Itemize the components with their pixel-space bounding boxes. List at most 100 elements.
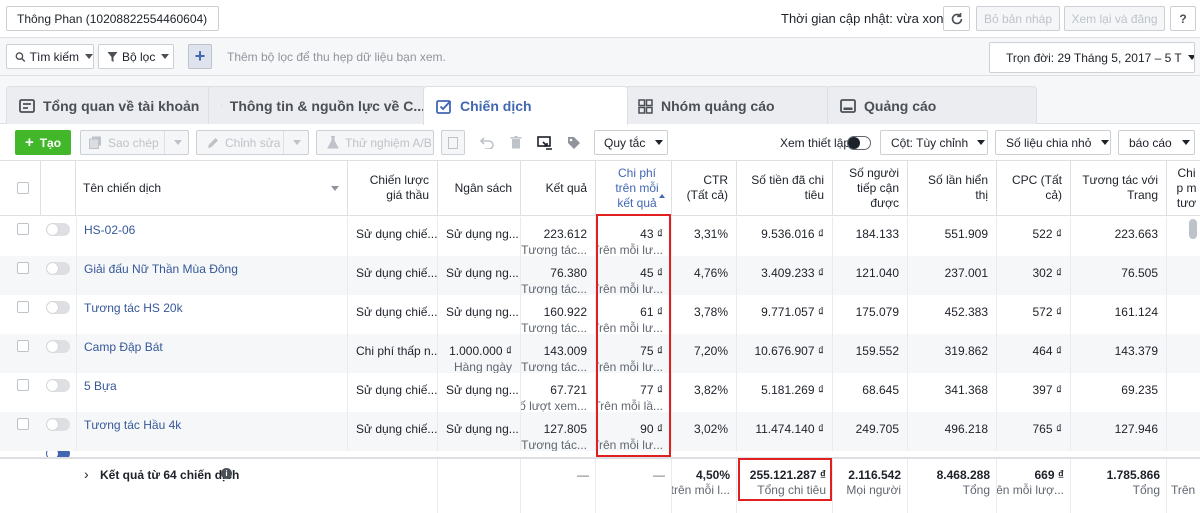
campaign-toggle[interactable] (46, 340, 70, 353)
tab-audience-insights[interactable]: Thông tin & nguồn lực về C... (208, 86, 426, 125)
tag-button[interactable] (561, 130, 587, 155)
summary-sub: trên mỗi l... (672, 483, 730, 497)
header-reach[interactable]: Số người tiếp cận được (833, 161, 908, 216)
date-range-picker[interactable]: Trọn đời: 29 Tháng 5, 2017 – 5 T (989, 42, 1195, 73)
header-cost-per-result[interactable]: Chi phí trên mỗi kết quả (596, 161, 672, 216)
header-impressions[interactable]: Số lần hiển thị (908, 161, 997, 216)
header-cpc[interactable]: CPC (Tất cả) (997, 161, 1071, 216)
header-page-engagement[interactable]: Tương tác với Trang (1071, 161, 1167, 216)
campaign-toggle[interactable] (46, 223, 70, 236)
bid-strategy-cell: Sử dụng chiế... (348, 256, 438, 295)
tab-ads[interactable]: Quảng cáo (827, 86, 1037, 125)
delete-draft-button[interactable] (441, 130, 465, 155)
ab-test-label: Thử nghiệm A/B (345, 135, 432, 150)
breakdown-dropdown[interactable]: Số liệu chia nhỏ (995, 130, 1111, 155)
summary-sub: Mọi người (846, 483, 901, 497)
tab-campaigns[interactable]: Chiến dịch (423, 86, 628, 125)
row-checkbox[interactable] (17, 223, 29, 235)
header-results[interactable]: Kết quả (521, 161, 596, 216)
header-ctr[interactable]: CTR (Tất cả) (672, 161, 737, 216)
rules-dropdown[interactable]: Quy tắc (594, 130, 668, 155)
tab-ad-sets[interactable]: Nhóm quảng cáo (625, 86, 830, 125)
account-selector[interactable]: Thông Phan (10208822554460604) (6, 6, 219, 31)
edit-label: Chỉnh sửa (225, 135, 281, 150)
row-checkbox[interactable] (17, 301, 29, 313)
summary-row: › Kết quả từ 64 chiến dịch i — — 4,50% tr… (0, 457, 1200, 513)
page-engagement-cell: 127.946 (1071, 412, 1167, 451)
cell-value: Sử dụng chiế... (356, 422, 438, 436)
summary-cost-more: Trên (1167, 459, 1200, 513)
help-button[interactable]: ? (1170, 6, 1196, 31)
campaign-toggle[interactable] (46, 379, 70, 392)
header-label: Kết quả (545, 180, 587, 195)
add-filter-button[interactable]: + (188, 44, 212, 69)
select-all-checkbox[interactable] (17, 182, 29, 194)
cpc-cell: 765 ₫ (997, 412, 1071, 451)
undo-button[interactable] (474, 130, 500, 155)
cell-value: 9.536.016 ₫ (761, 227, 824, 241)
search-button[interactable]: Tìm kiếm (6, 44, 94, 69)
campaign-name-link[interactable]: HS-02-06 (84, 223, 135, 237)
filter-button[interactable]: Bộ lọc (98, 44, 174, 69)
cpc-cell: 397 ₫ (997, 373, 1071, 412)
campaign-toggle[interactable] (46, 418, 70, 431)
campaign-name-link[interactable]: 5 Bựa (84, 379, 117, 393)
pencil-icon (208, 137, 218, 148)
budget-cell: Sử dụng ng... (438, 256, 521, 295)
header-name[interactable]: Tên chiến dịch (76, 161, 348, 216)
campaign-name-link[interactable]: Giải đấu Nữ Thần Mùa Đông (84, 262, 238, 276)
discard-draft-button[interactable]: Bỏ bản nháp (976, 6, 1060, 31)
edit-button[interactable]: Chỉnh sửa (196, 130, 309, 155)
create-button[interactable]: + Tạo (15, 130, 71, 155)
bid-strategy-cell: Sử dụng chiế... (348, 295, 438, 334)
copy-button[interactable]: Sao chép (80, 130, 189, 155)
amount-spent-cell: 10.676.907 ₫ (737, 334, 833, 373)
summary-value: 2.116.542 (848, 468, 901, 482)
campaign-name-link[interactable]: Camp Đập Bát (84, 340, 163, 354)
row-checkbox[interactable] (17, 340, 29, 352)
header-cost-more[interactable]: Chi p m tươ (1167, 161, 1200, 216)
info-icon[interactable]: i (221, 468, 232, 479)
row-checkbox[interactable] (17, 418, 29, 430)
campaign-name-link[interactable]: Tương tác HS 20k (84, 301, 183, 315)
summary-label-cell[interactable]: › Kết quả từ 64 chiến dịch i (76, 459, 348, 513)
cell-value: Chi phí thấp n... (356, 344, 438, 358)
summary-ctr: 4,50% trên mỗi l... (672, 459, 737, 513)
header-amount-spent[interactable]: Số tiền đã chi tiêu (737, 161, 833, 216)
cell-value: 159.552 (855, 344, 899, 358)
ad-icon (840, 99, 856, 113)
columns-dropdown[interactable]: Cột: Tùy chỉnh (880, 130, 988, 155)
campaign-name-link[interactable]: Tương tác Hầu 4k (84, 418, 181, 432)
delete-button[interactable] (503, 130, 529, 155)
reach-cell: 184.133 (833, 217, 908, 256)
ab-test-button[interactable]: Thử nghiệm A/B (316, 130, 434, 155)
bid-strategy-cell: Chi phí thấp n... (348, 334, 438, 373)
header-bid-strategy[interactable]: Chiến lược giá thầu (348, 161, 438, 216)
summary-budget (438, 459, 521, 513)
undo-icon (480, 136, 494, 149)
header-budget[interactable]: Ngân sách (438, 161, 521, 216)
budget-cell: Sử dụng ng... (438, 217, 521, 256)
cell-sub: Tương tác... (521, 243, 587, 256)
campaign-toggle[interactable] (46, 262, 70, 275)
row-checkbox[interactable] (17, 379, 29, 391)
vertical-scrollbar[interactable] (1189, 219, 1197, 239)
cell-sub: Tương tác... (521, 282, 587, 295)
preview-button[interactable] (532, 130, 558, 155)
refresh-button[interactable] (943, 6, 970, 31)
cell-value: Sử dụng ng... (446, 305, 519, 319)
row-checkbox[interactable] (17, 262, 29, 274)
results-cell: 223.612 Tương tác... (521, 217, 596, 256)
campaign-toggle[interactable] (46, 301, 70, 314)
filter-icon (107, 51, 118, 62)
reports-dropdown[interactable]: báo cáo (1118, 130, 1195, 155)
tab-label: Nhóm quảng cáo (661, 98, 775, 114)
cell-value: 551.909 (944, 227, 988, 241)
cell-value: 7,20% (693, 344, 728, 358)
page-engagement-cell: 161.124 (1071, 295, 1167, 334)
tab-account-overview[interactable]: Tổng quan về tài khoản (6, 86, 213, 125)
cell-value: 121.040 (855, 266, 899, 280)
review-publish-button[interactable]: Xem lại và đăng (1064, 6, 1165, 31)
view-setup-toggle[interactable] (847, 136, 871, 150)
heart-icon (221, 105, 222, 107)
